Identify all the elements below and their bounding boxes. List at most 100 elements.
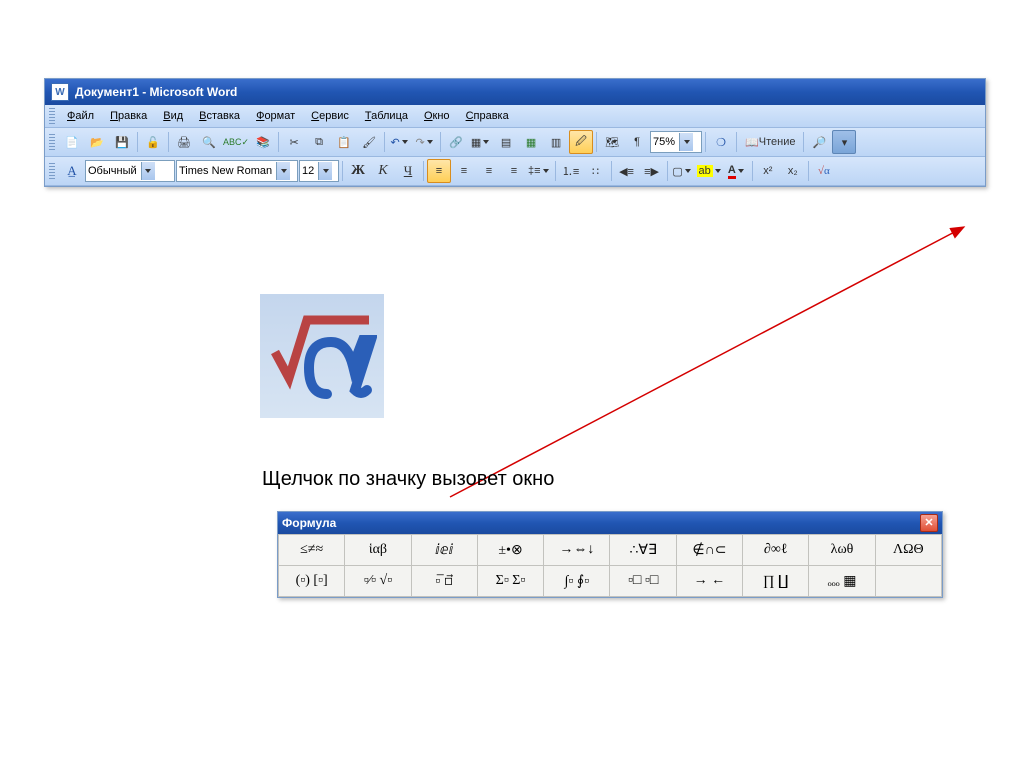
greek-lowercase-button[interactable]: λωθ (809, 535, 875, 566)
annotation-arrow (446, 223, 968, 501)
save-icon[interactable]: 💾 (110, 130, 134, 154)
equation-editor-button[interactable]: √α (812, 159, 836, 183)
menu-service[interactable]: Сервис (303, 108, 357, 124)
columns-icon[interactable]: ▥ (544, 130, 568, 154)
menu-edit[interactable]: Правка (102, 108, 155, 124)
align-right-icon[interactable]: ≡ (477, 159, 501, 183)
toolbar-separator (752, 161, 753, 181)
relational-symbols-button[interactable]: ≤≠≈ (279, 535, 345, 566)
align-center-icon[interactable]: ≡ (452, 159, 476, 183)
formatting-toolbar: A̲ Обычный Times New Roman 12 Ж К Ч ≡ ≡ … (45, 157, 985, 186)
increase-indent-icon[interactable]: ≡▶ (640, 159, 664, 183)
copy-icon[interactable]: ⧉ (307, 130, 331, 154)
print-preview-icon[interactable]: 🔍 (197, 130, 221, 154)
document-map-icon[interactable]: 🗺 (600, 130, 624, 154)
toolbar-separator (705, 132, 706, 152)
toolbar-separator (803, 132, 804, 152)
find-icon[interactable]: 🔎 (807, 130, 831, 154)
menu-table[interactable]: Таблица (357, 108, 416, 124)
open-icon[interactable]: 📂 (85, 130, 109, 154)
decrease-indent-icon[interactable]: ◀≡ (615, 159, 639, 183)
new-doc-icon[interactable]: 📄 (60, 130, 84, 154)
paragraph-marks-icon[interactable]: ¶ (625, 130, 649, 154)
underbar-overbar-button[interactable]: ▫□ ▫□ (610, 566, 676, 596)
font-size-combo[interactable]: 12 (299, 160, 339, 182)
font-color-button[interactable]: A (725, 159, 749, 183)
toolbar-separator (384, 132, 385, 152)
spaces-ellipses-button[interactable]: ἱαβ (345, 535, 411, 566)
reading-layout-button[interactable]: 📖 Чтение (740, 130, 800, 154)
font-size-value: 12 (302, 165, 314, 177)
highlight-button[interactable]: ab (696, 159, 724, 183)
justify-icon[interactable]: ≡ (502, 159, 526, 183)
research-icon[interactable]: 📚 (251, 130, 275, 154)
bulleted-list-icon[interactable]: ∷ (584, 159, 608, 183)
align-left-icon[interactable]: ≡ (427, 159, 451, 183)
toolbar-separator (440, 132, 441, 152)
formula-row-2: (▫) [▫] ▫⁄▫ √▫ ▫̅ ▫⃗ Σ▫ Σ▫ ∫▫ ∮▫ ▫□ ▫□ →… (279, 566, 941, 596)
equation-editor-large-icon (260, 294, 384, 418)
set-theory-button[interactable]: ∉∩⊂ (677, 535, 743, 566)
excel-icon[interactable]: ▦ (519, 130, 543, 154)
superscript-button[interactable]: x² (756, 159, 780, 183)
print-icon[interactable]: 🖨 (172, 130, 196, 154)
close-button[interactable]: ✕ (920, 514, 938, 532)
toolbar-grip-2[interactable] (49, 163, 55, 179)
arrow-symbols-button[interactable]: →⇔↓ (544, 535, 610, 566)
style-combo[interactable]: Обычный (85, 160, 175, 182)
labeled-arrow-button[interactable]: → ← (677, 566, 743, 596)
product-button[interactable]: ∏ ∐ (743, 566, 809, 596)
toolbar-separator (423, 161, 424, 181)
underline-button[interactable]: Ч (396, 159, 420, 183)
subscript-button[interactable]: x₂ (781, 159, 805, 183)
paste-icon[interactable]: 📋 (332, 130, 356, 154)
embellishments-button[interactable]: ⅈⅇⅈ (412, 535, 478, 566)
menu-window[interactable]: Окно (416, 108, 458, 124)
font-combo[interactable]: Times New Roman (176, 160, 298, 182)
format-painter-icon[interactable]: 🖌 (357, 130, 381, 154)
border-icon[interactable]: ▢ (671, 159, 695, 183)
window-title: Документ1 - Microsoft Word (75, 85, 237, 99)
cut-icon[interactable]: ✂ (282, 130, 306, 154)
zoom-combo[interactable]: 75% (650, 131, 702, 153)
summation-button[interactable]: Σ▫ Σ▫ (478, 566, 544, 596)
help-icon[interactable]: ❍ (709, 130, 733, 154)
menu-file[interactable]: Файл (59, 108, 102, 124)
toolbar-separator (596, 132, 597, 152)
empty-cell[interactable] (876, 566, 941, 596)
fence-templates-button[interactable]: (▫) [▫] (279, 566, 345, 596)
logical-symbols-button[interactable]: ∴∀∃ (610, 535, 676, 566)
menu-help[interactable]: Справка (458, 108, 517, 124)
matrix-button[interactable]: ₒₒₒ ▦ (809, 566, 875, 596)
zoom-value: 75% (653, 136, 675, 148)
permission-icon[interactable]: 🔓 (141, 130, 165, 154)
toolbar-grip-1[interactable] (49, 134, 55, 150)
insert-table-icon[interactable]: ▤ (494, 130, 518, 154)
fraction-radical-button[interactable]: ▫⁄▫ √▫ (345, 566, 411, 596)
menubar-grip[interactable] (49, 108, 55, 124)
redo-button[interactable]: ↷ (413, 130, 437, 154)
greek-uppercase-button[interactable]: ΛΩΘ (876, 535, 941, 566)
toolbar-options-icon[interactable]: ▾ (832, 130, 856, 154)
menu-insert[interactable]: Вставка (191, 108, 248, 124)
formula-window-title: Формула (282, 516, 336, 530)
line-spacing-icon[interactable]: ‡≡ (527, 159, 552, 183)
undo-button[interactable]: ↶ (388, 130, 412, 154)
formula-row-1: ≤≠≈ ἱαβ ⅈⅇⅈ ±•⊗ →⇔↓ ∴∀∃ ∉∩⊂ ∂∞ℓ λωθ ΛΩΘ (279, 535, 941, 566)
italic-button[interactable]: К (371, 159, 395, 183)
menu-view[interactable]: Вид (155, 108, 191, 124)
styles-icon[interactable]: A̲ (60, 159, 84, 183)
integral-button[interactable]: ∫▫ ∮▫ (544, 566, 610, 596)
operator-symbols-button[interactable]: ±•⊗ (478, 535, 544, 566)
formula-editor-window: Формула ✕ ≤≠≈ ἱαβ ⅈⅇⅈ ±•⊗ →⇔↓ ∴∀∃ ∉∩⊂ ∂∞… (277, 511, 943, 598)
drawing-icon[interactable]: 🖉 (569, 130, 593, 154)
misc-symbols-button[interactable]: ∂∞ℓ (743, 535, 809, 566)
bold-button[interactable]: Ж (346, 159, 370, 183)
menu-format[interactable]: Формат (248, 108, 303, 124)
hyperlink-icon[interactable]: 🔗 (444, 130, 468, 154)
sub-super-button[interactable]: ▫̅ ▫⃗ (412, 566, 478, 596)
toolbar-separator (736, 132, 737, 152)
tables-borders-icon[interactable]: ▦ (469, 130, 493, 154)
spellcheck-icon[interactable]: ABC✓ (222, 130, 250, 154)
numbered-list-icon[interactable]: ⒈≡ (559, 159, 583, 183)
